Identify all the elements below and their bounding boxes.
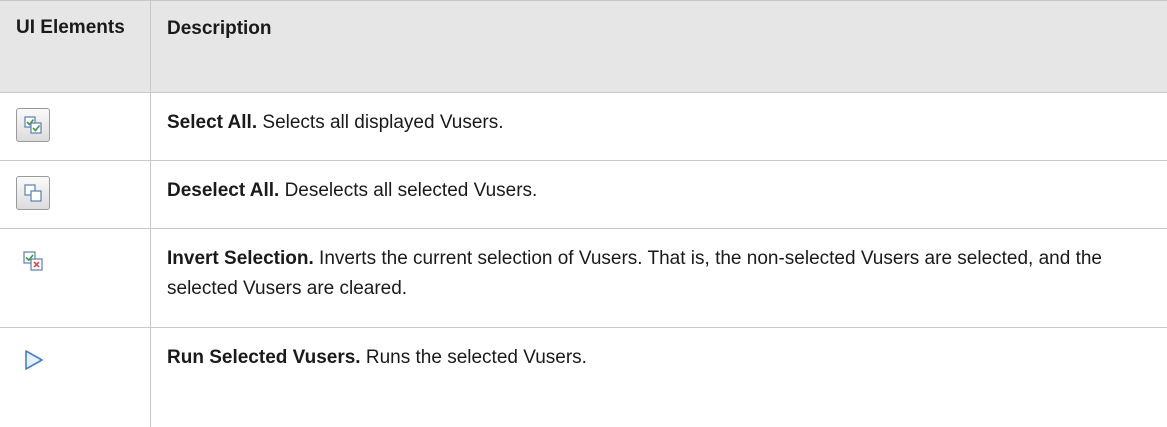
- deselect-all-button[interactable]: [16, 176, 50, 210]
- table-row-deselect-all: Deselect All. Deselects all selected Vus…: [0, 160, 1167, 228]
- row-description: Invert Selection. Inverts the current se…: [167, 244, 1147, 304]
- row-title: Select All.: [167, 112, 258, 133]
- row-description: Select All. Selects all displayed Vusers…: [167, 108, 1147, 138]
- row-text: Runs the selected Vusers.: [360, 347, 587, 368]
- row-description: Run Selected Vusers. Runs the selected V…: [167, 343, 1147, 373]
- deselect-all-icon: [24, 184, 42, 202]
- row-title: Deselect All.: [167, 180, 280, 201]
- row-description: Deselect All. Deselects all selected Vus…: [167, 176, 1147, 206]
- table-header: UI Elements Description: [0, 0, 1167, 92]
- row-title: Run Selected Vusers.: [167, 347, 361, 368]
- header-ui-elements: UI Elements: [16, 17, 125, 38]
- run-selected-icon: [25, 350, 43, 370]
- table-row-invert-selection: Invert Selection. Inverts the current se…: [0, 228, 1167, 327]
- invert-selection-icon: [23, 251, 43, 271]
- table-row-select-all: Select All. Selects all displayed Vusers…: [0, 92, 1167, 160]
- header-description: Description: [167, 18, 272, 39]
- invert-selection-button[interactable]: [16, 244, 50, 278]
- ui-elements-table: UI Elements Description Select All. Sele…: [0, 0, 1167, 427]
- row-text: Deselects all selected Vusers.: [279, 180, 538, 201]
- column-divider: [150, 0, 151, 427]
- table-row-run-selected: Run Selected Vusers. Runs the selected V…: [0, 327, 1167, 427]
- row-text: Selects all displayed Vusers.: [257, 112, 504, 133]
- select-all-icon: [24, 116, 42, 134]
- select-all-button[interactable]: [16, 108, 50, 142]
- run-selected-button[interactable]: [16, 343, 50, 377]
- row-title: Invert Selection.: [167, 248, 314, 269]
